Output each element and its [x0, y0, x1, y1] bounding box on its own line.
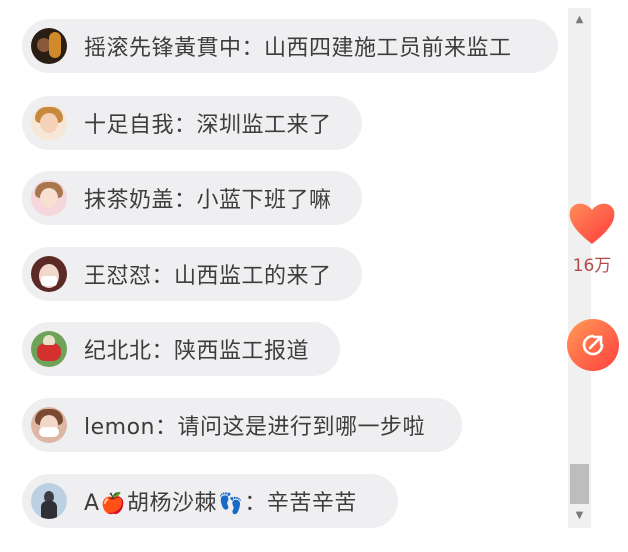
avatar[interactable] — [31, 331, 67, 367]
comment-message: 山西四建施工员前来监工 — [264, 36, 512, 61]
like-button[interactable] — [566, 198, 618, 248]
comment-separator: ： — [154, 415, 178, 440]
comment-separator: ： — [174, 113, 197, 138]
comment-separator: ： — [244, 491, 267, 516]
comment-text: 抹茶奶盖：小蓝下班了嘛 — [84, 182, 332, 214]
comment-message: 深圳监工来了 — [196, 113, 332, 138]
heart-icon — [569, 203, 615, 244]
apple-emoji-icon: 🍎 — [100, 491, 126, 515]
comment-item[interactable]: 摇滚先锋黃貫中：山西四建施工员前来监工 — [22, 19, 558, 73]
comment-username: 摇滚先锋黃貫中 — [84, 36, 242, 61]
avatar[interactable] — [31, 407, 67, 443]
like-count: 16万 — [572, 256, 612, 276]
avatar[interactable] — [31, 180, 67, 216]
comment-text: 摇滚先锋黃貫中：山西四建施工员前来监工 — [84, 30, 512, 62]
comment-text: 王怼怼：山西监工的来了 — [84, 258, 332, 290]
comment-item[interactable]: 纪北北：陕西监工报道 — [22, 322, 340, 376]
comment-text: 十足自我：深圳监工来了 — [84, 107, 332, 139]
comment-message: 请问这是进行到哪一步啦 — [177, 415, 426, 440]
comment-username: 王怼怼 — [84, 264, 152, 289]
comment-separator: ： — [151, 339, 175, 364]
footprints-emoji-icon: 👣 — [217, 491, 244, 515]
comment-item[interactable]: 十足自我：深圳监工来了 — [22, 96, 362, 150]
comment-message: 小蓝下班了嘛 — [196, 188, 332, 213]
comment-separator: ： — [151, 264, 175, 289]
comment-username: 胡杨沙棘 — [126, 491, 217, 516]
comment-text: A🍎胡杨沙棘👣：辛苦辛苦 — [84, 485, 357, 517]
scroll-thumb[interactable] — [570, 464, 589, 504]
scroll-down-button[interactable]: ▼ — [568, 506, 591, 526]
comment-item[interactable]: lemon：请问这是进行到哪一步啦 — [22, 398, 462, 452]
comment-item[interactable]: 王怼怼：山西监工的来了 — [22, 247, 362, 301]
comment-separator: ： — [241, 36, 265, 61]
avatar[interactable] — [31, 256, 67, 292]
share-icon — [582, 334, 604, 356]
comment-text: 纪北北：陕西监工报道 — [84, 333, 309, 365]
comment-separator: ： — [174, 188, 197, 213]
comment-text: lemon：请问这是进行到哪一步啦 — [84, 409, 425, 441]
share-button[interactable] — [567, 319, 619, 371]
avatar[interactable] — [31, 105, 67, 141]
comment-username: 抹茶奶盖 — [84, 188, 175, 213]
comment-message: 山西监工的来了 — [174, 264, 332, 289]
comment-message: 辛苦辛苦 — [266, 491, 357, 516]
comment-list: 摇滚先锋黃貫中：山西四建施工员前来监工 十足自我：深圳监工来了 抹茶奶盖：小蓝下… — [0, 0, 566, 552]
comment-item[interactable]: 抹茶奶盖：小蓝下班了嘛 — [22, 171, 362, 225]
avatar[interactable] — [31, 28, 67, 64]
avatar[interactable] — [31, 483, 67, 519]
comment-message: 陕西监工报道 — [174, 339, 310, 364]
comment-username: 十足自我 — [84, 113, 175, 138]
comment-username: A — [84, 491, 100, 516]
comment-item[interactable]: A🍎胡杨沙棘👣：辛苦辛苦 — [22, 474, 398, 528]
scroll-up-button[interactable]: ▲ — [568, 10, 591, 30]
comment-username: lemon — [84, 415, 155, 440]
comment-username: 纪北北 — [84, 339, 152, 364]
